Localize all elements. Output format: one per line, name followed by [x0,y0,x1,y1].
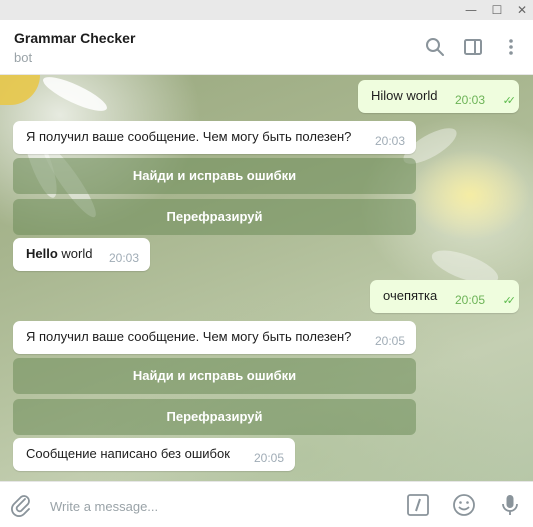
maximize-button[interactable]: ☐ [486,1,508,19]
inline-button-fix-errors[interactable]: Найди и исправь ошибки [13,158,416,194]
bot-command-icon[interactable] [406,493,430,517]
incoming-message[interactable]: Сообщение написано без ошибок 20:05 [13,438,295,471]
message-text-bold: Hello [26,246,58,261]
message-input[interactable] [48,494,392,518]
message-text: очепятка [383,288,438,303]
message-time: 20:05 [454,293,485,307]
inline-button-rephrase[interactable]: Перефразируй [13,199,416,235]
sidebar-toggle-icon[interactable] [462,36,484,58]
message-time: 20:03 [374,134,405,148]
minimize-button[interactable]: — [460,1,482,19]
outgoing-message[interactable]: Hilow world 20:03 ✓✓ [358,80,519,113]
attach-icon[interactable] [9,493,33,517]
emoji-icon[interactable] [452,493,476,517]
message-time: 20:05 [253,451,284,465]
message-text: Hilow world [371,88,438,103]
message-text: Я получил ваше сообщение. Чем могу быть … [26,329,352,344]
outgoing-message[interactable]: очепятка 20:05 ✓✓ [370,280,519,313]
wallpaper-petal [39,75,111,117]
read-check-icon: ✓✓ [502,294,517,307]
message-list[interactable]: Hilow world 20:03 ✓✓ Я получил ваше сооб… [0,75,533,481]
message-text: world [57,246,93,261]
inline-button-fix-errors[interactable]: Найди и исправь ошибки [13,358,416,394]
wallpaper-flower [0,75,40,105]
search-icon[interactable] [424,36,446,58]
chat-status: bot [14,50,33,65]
chat-title[interactable]: Grammar Checker [14,30,135,46]
chat-header: Grammar Checker bot [0,20,533,75]
read-check-icon: ✓✓ [502,94,517,107]
more-vertical-icon[interactable] [500,36,522,58]
message-text: Я получил ваше сообщение. Чем могу быть … [26,129,352,144]
window-titlebar: — ☐ ✕ [0,0,533,20]
message-text: Сообщение написано без ошибок [26,446,230,461]
message-composer [0,481,533,527]
incoming-message[interactable]: Я получил ваше сообщение. Чем могу быть … [13,121,416,154]
close-window-button[interactable]: ✕ [511,1,533,19]
incoming-message[interactable]: Я получил ваше сообщение. Чем могу быть … [13,321,416,354]
message-time: 20:03 [454,93,485,107]
inline-button-rephrase[interactable]: Перефразируй [13,399,416,435]
message-time: 20:05 [374,334,405,348]
microphone-icon[interactable] [498,493,522,517]
incoming-message[interactable]: Hello world 20:03 [13,238,150,271]
message-time: 20:03 [108,251,139,265]
